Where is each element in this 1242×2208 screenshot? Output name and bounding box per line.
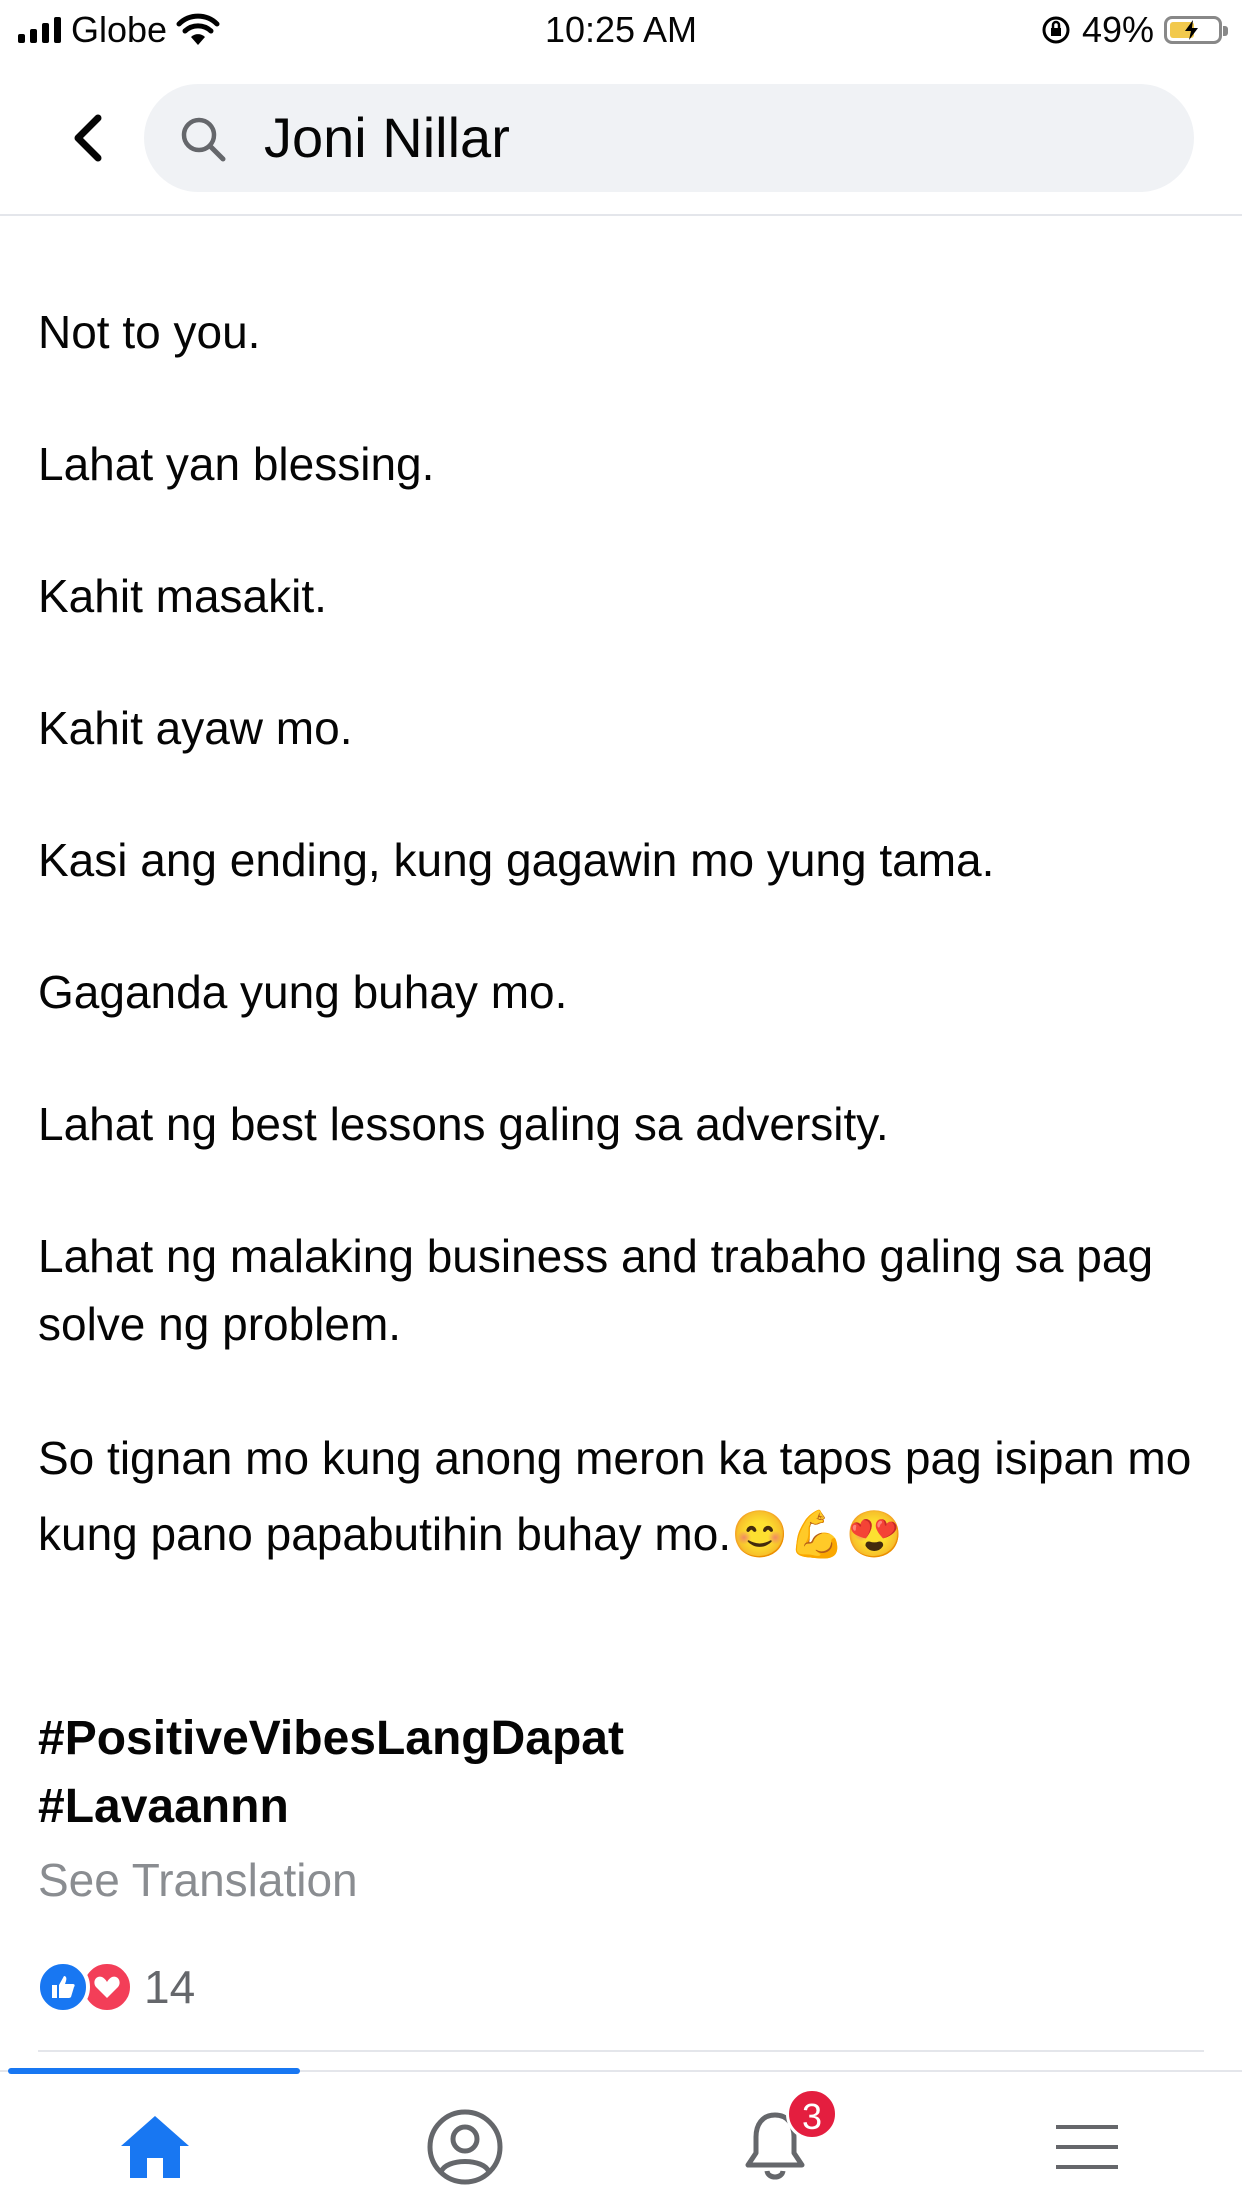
hashtag-link[interactable]: #PositiveVibesLangDapat bbox=[38, 1705, 624, 1773]
active-tab-indicator bbox=[8, 2068, 300, 2074]
back-chevron-icon[interactable] bbox=[60, 108, 120, 168]
hashtag-link[interactable]: #Lavaannn bbox=[38, 1773, 624, 1841]
tab-home[interactable] bbox=[110, 2102, 200, 2192]
divider bbox=[38, 2050, 1204, 2052]
orientation-lock-icon bbox=[1042, 16, 1070, 44]
like-reaction-icon bbox=[36, 1960, 90, 2014]
battery-charging-icon bbox=[1164, 16, 1228, 44]
reaction-count: 14 bbox=[144, 1961, 196, 2013]
post-paragraph: Kahit ayaw mo. bbox=[38, 702, 353, 754]
menu-icon bbox=[1056, 2125, 1118, 2169]
post-paragraph: Not to you. bbox=[38, 306, 261, 358]
post-paragraph: Lahat yan blessing. bbox=[38, 438, 435, 490]
post-paragraph: Kasi ang ending, kung gagawin mo yung ta… bbox=[38, 834, 995, 886]
post-paragraph: Gaganda yung buhay mo. bbox=[38, 966, 568, 1018]
home-icon bbox=[121, 2116, 189, 2178]
bottom-tab-bar: 3 bbox=[0, 2068, 1242, 2208]
search-icon bbox=[181, 117, 226, 162]
see-translation-link[interactable]: See Translation bbox=[38, 1853, 358, 1907]
post-paragraph: Lahat ng best lessons galing sa adversit… bbox=[38, 1098, 889, 1150]
tab-profile[interactable] bbox=[420, 2102, 510, 2192]
search-header: Joni Nillar bbox=[0, 60, 1242, 216]
battery-percent: 49% bbox=[1081, 9, 1154, 50]
profile-icon bbox=[427, 2109, 503, 2185]
post-paragraph: Kahit masakit. bbox=[38, 570, 327, 622]
tab-menu[interactable] bbox=[1042, 2102, 1132, 2192]
post-paragraph: So tignan mo kung anong meron ka tapos p… bbox=[38, 1432, 1192, 1560]
notification-badge: 3 bbox=[786, 2088, 838, 2140]
tab-notifications[interactable]: 3 bbox=[730, 2088, 838, 2192]
reactions-summary[interactable]: 14 bbox=[36, 1960, 195, 2014]
search-query[interactable]: Joni Nillar bbox=[264, 106, 510, 170]
post-paragraph: Lahat ng malaking business and trabaho g… bbox=[38, 1230, 1154, 1350]
hashtags: #PositiveVibesLangDapat #Lavaannn bbox=[38, 1705, 624, 1841]
search-bar[interactable]: Joni Nillar bbox=[144, 84, 1194, 192]
status-bar: Globe 10:25 AM 49% bbox=[0, 0, 1242, 60]
